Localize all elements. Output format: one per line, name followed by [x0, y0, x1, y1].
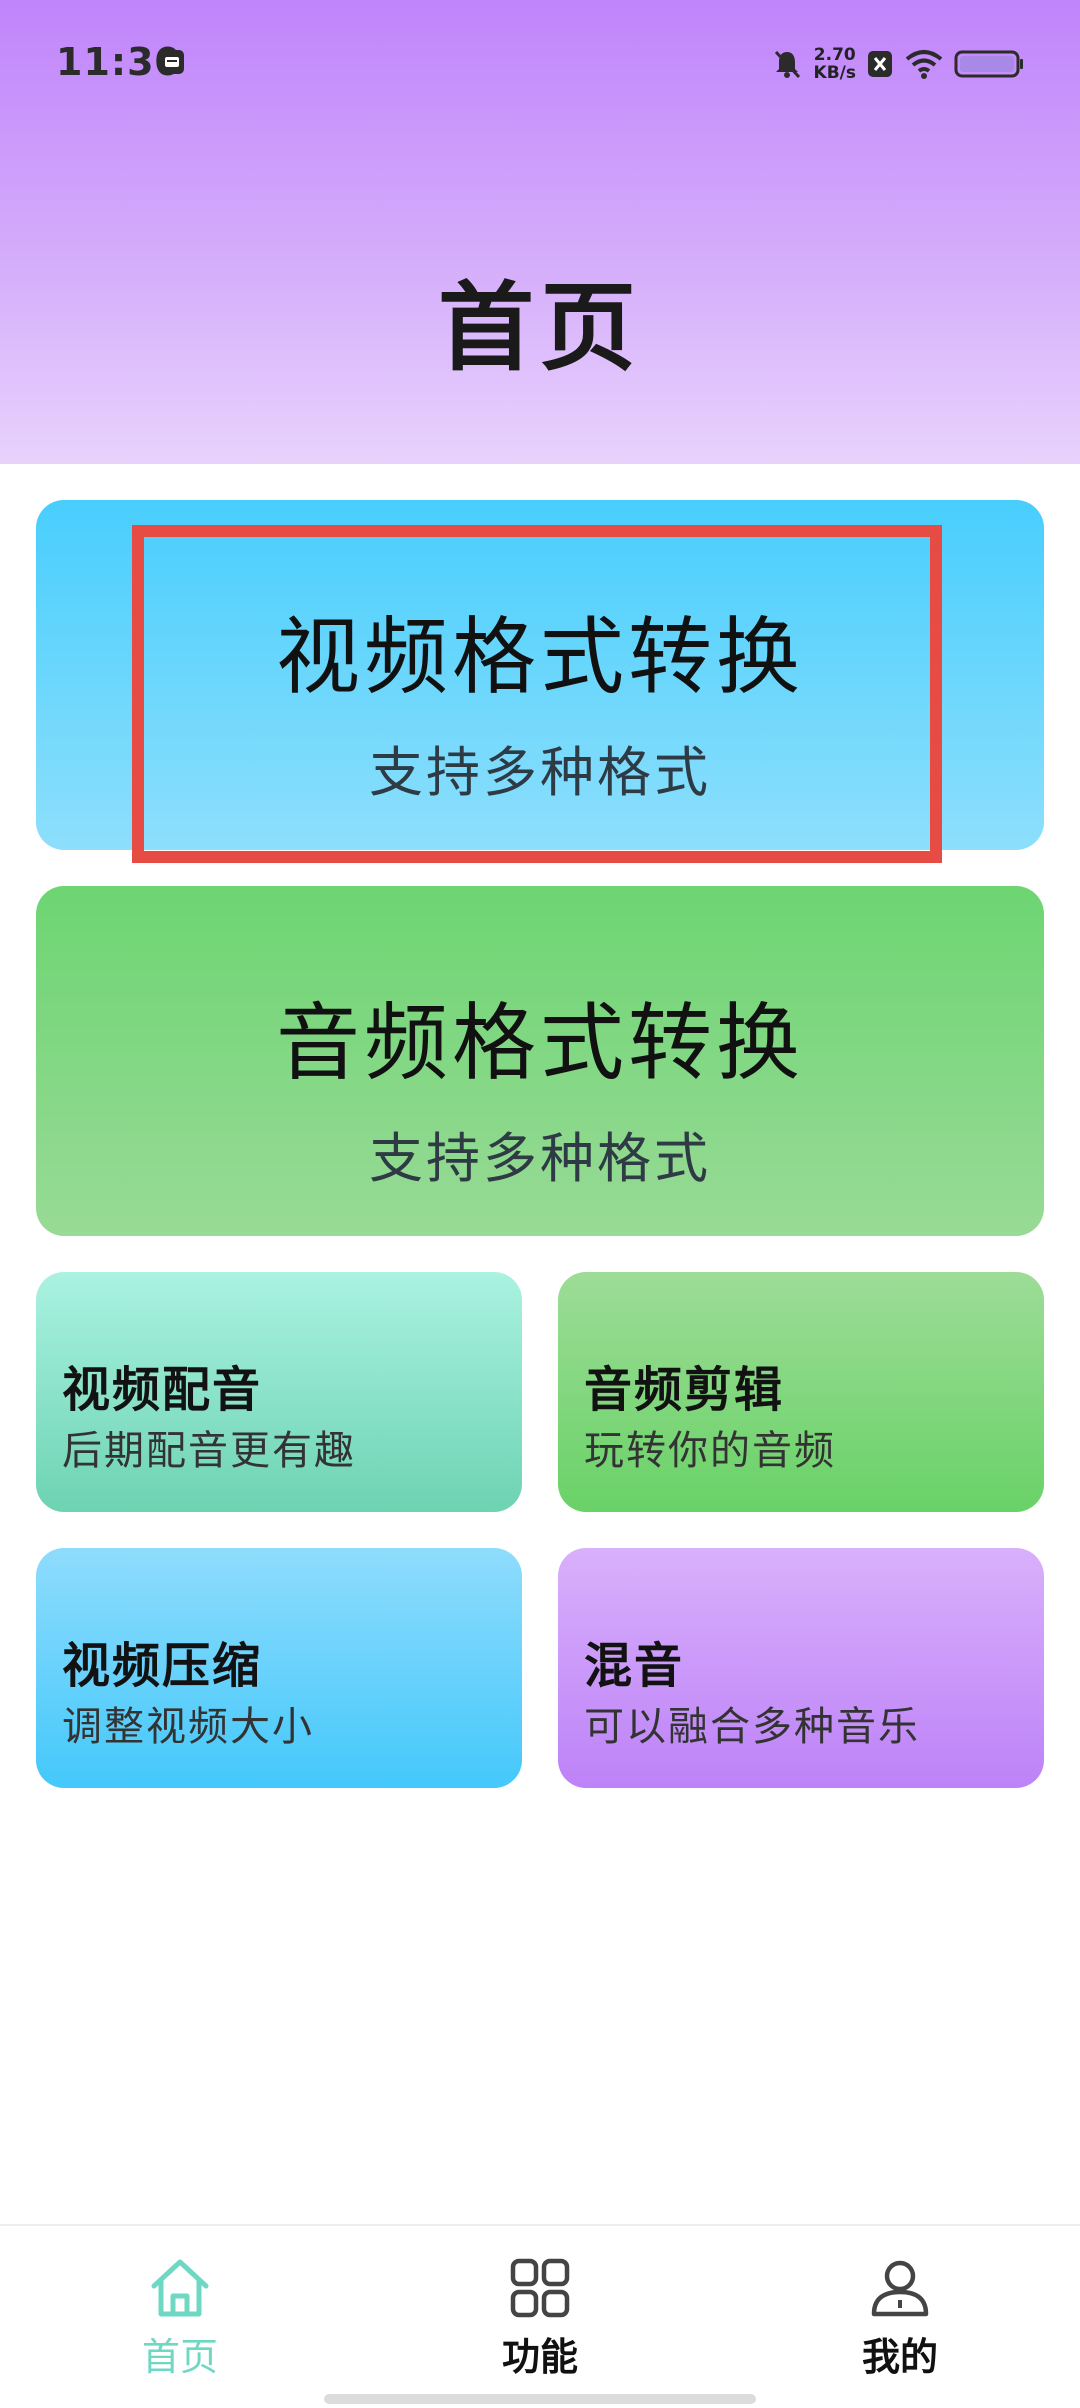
- network-speed: 2.70 KB/s: [814, 46, 856, 82]
- card-subtitle: 支持多种格式: [369, 741, 711, 804]
- card-subtitle: 可以融合多种音乐: [584, 1704, 920, 1750]
- video-format-convert-card[interactable]: 视频格式转换 支持多种格式: [36, 500, 1044, 850]
- audio-cut-card[interactable]: 音频剪辑 玩转你的音频: [558, 1272, 1044, 1512]
- card-subtitle: 支持多种格式: [369, 1127, 711, 1190]
- card-title: 音频格式转换: [275, 994, 804, 1092]
- card-subtitle: 调整视频大小: [62, 1704, 314, 1750]
- card-title: 混音: [584, 1638, 685, 1694]
- speed-unit: KB/s: [813, 63, 856, 83]
- card-title: 音频剪辑: [584, 1362, 785, 1418]
- mix-card[interactable]: 混音 可以融合多种音乐: [558, 1548, 1044, 1788]
- nav-label: 我的: [861, 2335, 938, 2379]
- battery-icon: [954, 50, 1023, 78]
- nav-label: 功能: [501, 2335, 578, 2379]
- app-screen: 11:30 2.70 KB/s 首页 视频格式转换 支持多种格式 音频格式转换 …: [0, 0, 1080, 2408]
- sim-off-icon: [868, 51, 892, 77]
- bottom-nav: 首页 功能 我的: [0, 2224, 1080, 2408]
- card-subtitle: 玩转你的音频: [584, 1428, 836, 1474]
- video-dub-card[interactable]: 视频配音 后期配音更有趣: [36, 1272, 522, 1512]
- header: 11:30 2.70 KB/s 首页: [0, 0, 1080, 464]
- card-title: 视频压缩: [62, 1638, 263, 1694]
- home-icon: [151, 2259, 209, 2317]
- nav-label: 首页: [141, 2335, 218, 2379]
- audio-format-convert-card[interactable]: 音频格式转换 支持多种格式: [36, 886, 1044, 1236]
- card-title: 视频格式转换: [275, 608, 804, 706]
- grid-icon: [510, 2258, 570, 2318]
- nav-functions[interactable]: 功能: [440, 2256, 640, 2386]
- video-compress-card[interactable]: 视频压缩 调整视频大小: [36, 1548, 522, 1788]
- speed-value: 2.70: [813, 45, 856, 65]
- card-title: 视频配音: [62, 1362, 263, 1418]
- wifi-icon: [905, 50, 943, 79]
- card-subtitle: 后期配音更有趣: [62, 1428, 356, 1474]
- nav-mine[interactable]: 我的: [800, 2256, 1000, 2386]
- mute-bell-icon: [774, 50, 800, 79]
- user-icon: [871, 2260, 929, 2317]
- nav-home[interactable]: 首页: [80, 2256, 280, 2386]
- notification-app-icon: [160, 50, 184, 74]
- status-icons: 2.70 KB/s: [770, 42, 1024, 86]
- page-title: 首页: [438, 272, 642, 384]
- home-indicator[interactable]: [324, 2394, 756, 2404]
